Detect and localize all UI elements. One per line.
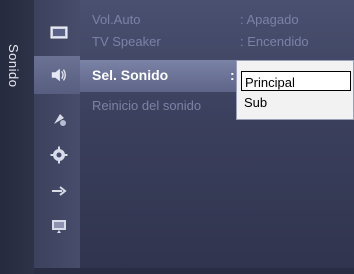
application-icon[interactable] [50,216,68,234]
channel-icon[interactable] [50,110,68,128]
bottom-bar [34,268,354,274]
menu-item-sound-select[interactable]: Sel. Sonido [92,67,168,83]
menu-item-value: : [230,67,235,83]
dropdown-option-sub[interactable]: Sub [241,92,351,112]
menu-item-value: : Encendido [240,34,309,49]
menu-item-label: Vol.Auto [92,12,141,27]
sound-icon[interactable] [50,66,68,84]
picture-icon[interactable] [50,24,68,42]
menu-item-label: Reinicio del sonido [92,98,202,113]
menu-item-label: TV Speaker [92,34,161,49]
input-icon[interactable] [50,182,68,200]
category-strip [0,0,34,274]
sound-select-dropdown[interactable]: Principal Sub [236,60,354,120]
tv-menu-screen: Sonido Vol.Auto: Apagado TV Speaker: E… [0,0,354,274]
sound-menu: Vol.Auto : Apagado TV Speaker : Encendid… [80,0,354,274]
settings-gear-icon[interactable] [50,146,68,164]
menu-item-value: : Apagado [240,12,299,27]
category-label: Sonido [6,44,21,88]
dropdown-option-principal[interactable]: Principal [241,71,351,91]
